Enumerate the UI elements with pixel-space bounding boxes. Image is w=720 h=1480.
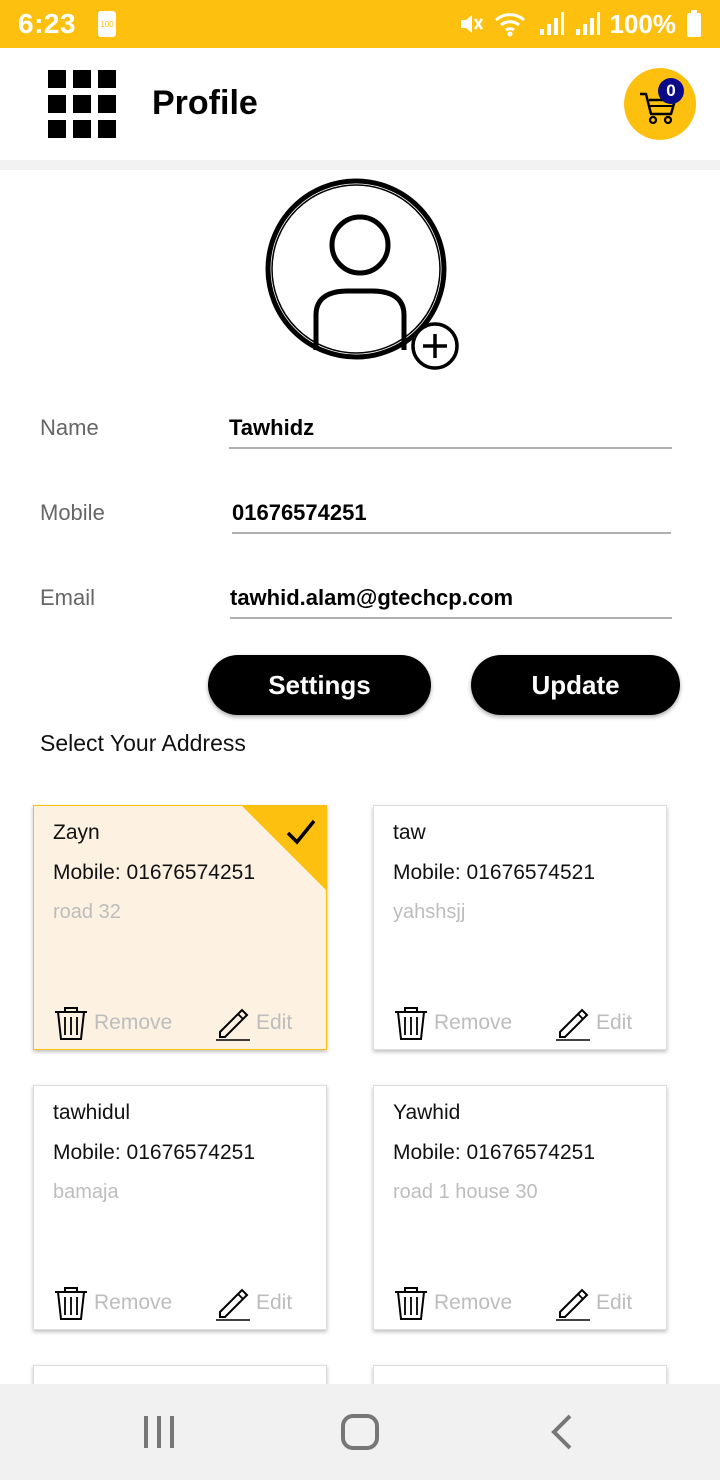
address-mobile: Mobile: 01676574521 [393,861,596,884]
edit-button[interactable]: Edit [554,1004,632,1042]
home-icon[interactable] [340,1414,380,1455]
back-icon[interactable] [548,1414,578,1455]
remove-button[interactable]: Remove [392,1284,512,1322]
app-bar: Profile 0 [0,48,720,160]
address-name: taw [393,821,426,844]
settings-button[interactable]: Settings [208,655,431,715]
address-card-taw[interactable]: taw Mobile: 01676574521 yahshsjj Remove … [373,805,667,1050]
address-detail: bamaja [53,1181,119,1203]
address-section-title: Select Your Address [40,730,246,756]
page-title: Profile [152,84,258,122]
update-button[interactable]: Update [471,655,680,715]
remove-label: Remove [434,1291,513,1314]
plus-circle-icon[interactable] [410,321,460,371]
address-card-zayn[interactable]: Zayn Mobile: 01676574251 road 32 Remove … [33,805,327,1050]
remove-button[interactable]: Remove [52,1004,172,1042]
battery-saver-text: 100 [100,19,114,29]
remove-label: Remove [434,1011,513,1034]
edit-button[interactable]: Edit [554,1284,632,1322]
wifi-icon [494,11,528,37]
signal-icon-1 [538,11,564,37]
mobile-label: Mobile [40,500,105,525]
cart-button[interactable]: 0 [624,68,696,140]
name-underline [229,447,672,449]
edit-label: Edit [596,1011,633,1034]
header-divider [0,160,720,170]
pencil-icon [216,1288,250,1321]
trash-icon [395,1287,427,1320]
cart-count-badge: 0 [658,78,684,104]
mute-icon [458,11,484,37]
edit-button[interactable]: Edit [214,1284,292,1322]
profile-avatar[interactable] [264,175,460,371]
name-field[interactable]: Tawhidz [229,415,669,441]
mobile-underline [232,532,671,534]
remove-button[interactable]: Remove [52,1284,172,1322]
pencil-icon [556,1288,590,1321]
email-underline [230,617,672,619]
name-label: Name [40,415,99,440]
email-field[interactable]: tawhid.alam@gtechcp.com [230,585,670,611]
edit-label: Edit [596,1291,633,1314]
address-detail: road 1 house 30 [393,1181,538,1203]
mobile-field[interactable]: 01676574251 [232,500,672,526]
signal-icon-2 [574,11,600,37]
address-detail: road 32 [53,901,121,923]
status-bar: 6:23 100 100% [0,0,720,48]
email-label: Email [40,585,96,610]
edit-label: Edit [256,1011,293,1034]
battery-icon [686,10,702,38]
address-name: tawhidul [53,1101,131,1124]
system-nav-bar [0,1384,720,1480]
trash-icon [395,1007,427,1040]
edit-label: Edit [256,1291,293,1314]
address-mobile: Mobile: 01676574251 [393,1141,596,1164]
trash-icon [55,1287,87,1320]
address-card-tawhidul[interactable]: tawhidul Mobile: 01676574251 bamaja Remo… [33,1085,327,1330]
edit-button[interactable]: Edit [214,1004,292,1042]
address-name: Yawhid [393,1101,461,1124]
remove-label: Remove [94,1011,173,1034]
address-mobile: Mobile: 01676574251 [53,861,256,884]
pencil-icon [216,1008,250,1041]
remove-label: Remove [94,1291,173,1314]
battery-percent: 100% [609,8,677,39]
status-time: 6:23 [18,8,77,39]
pencil-icon [556,1008,590,1041]
address-card-yawhid[interactable]: Yawhid Mobile: 01676574251 road 1 house … [373,1085,667,1330]
trash-icon [55,1007,87,1040]
remove-button[interactable]: Remove [392,1004,512,1042]
address-detail: yahshsjj [393,901,466,923]
address-mobile: Mobile: 01676574251 [53,1141,256,1164]
address-name: Zayn [53,821,100,844]
recents-icon[interactable] [140,1414,178,1455]
battery-saver-icon: 100 [98,11,117,37]
grid-menu-icon[interactable] [48,70,116,138]
